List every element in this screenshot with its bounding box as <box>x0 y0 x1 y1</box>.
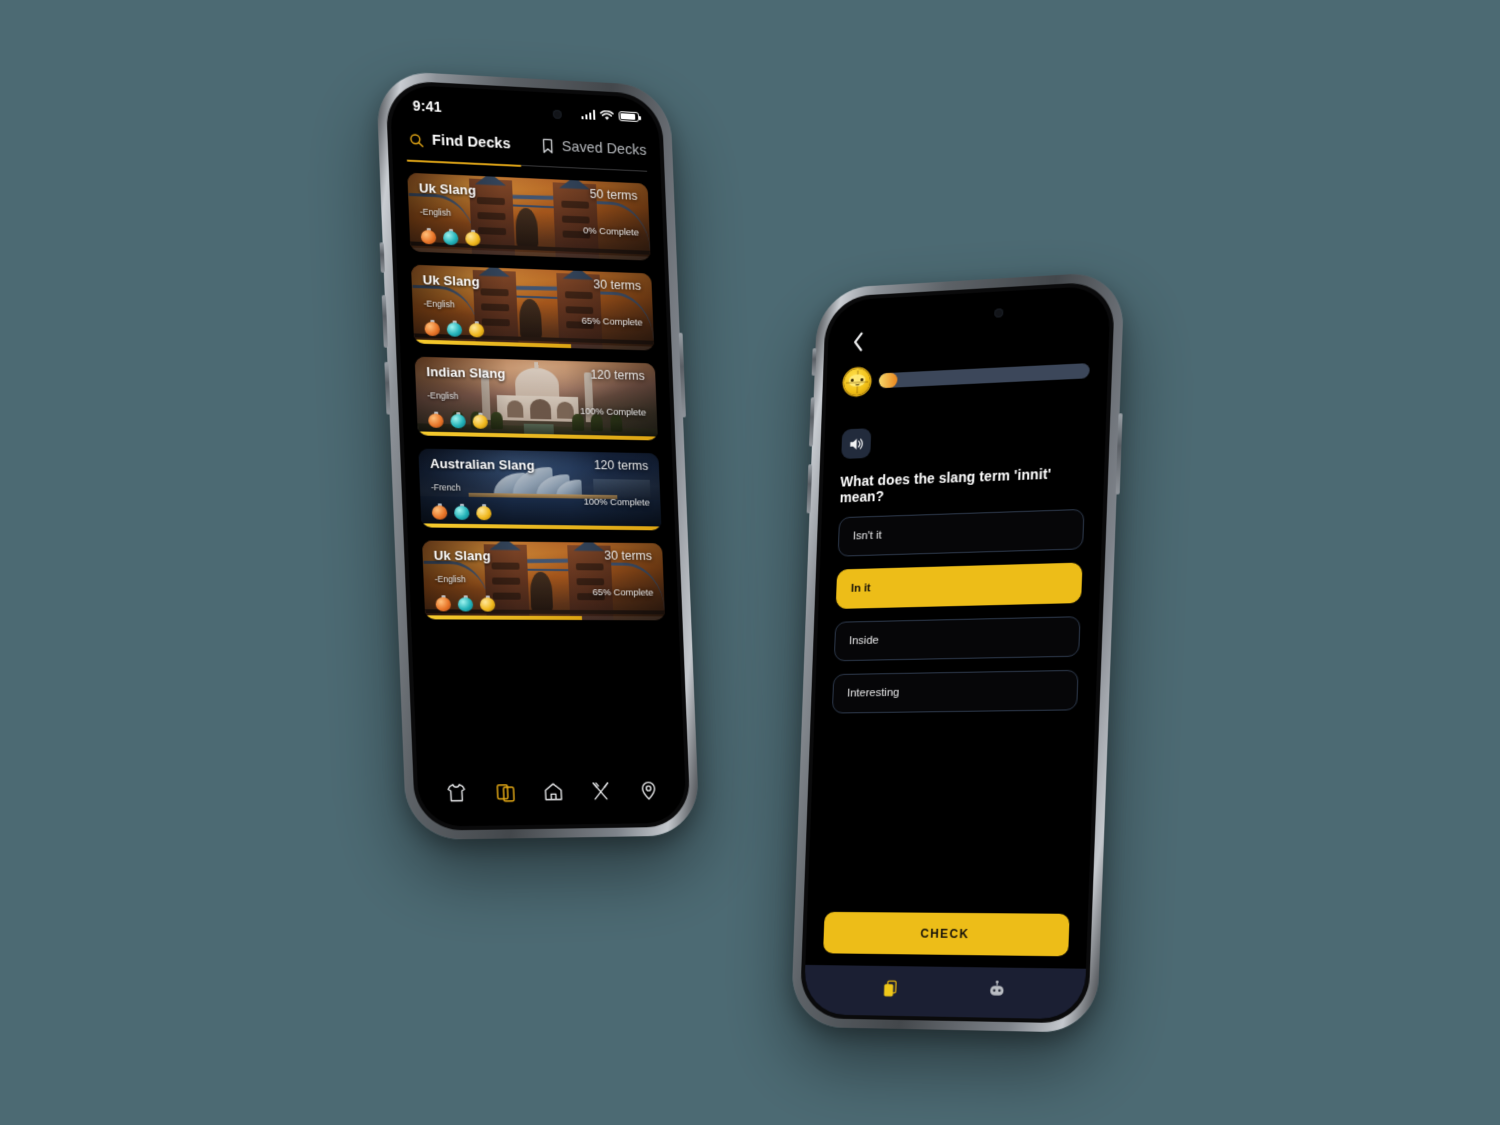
tab-find-decks-label: Find Decks <box>431 132 512 153</box>
phone-bezel-right: What does the slang term 'innit' mean? I… <box>799 280 1116 1024</box>
tab-saved-decks-label: Saved Decks <box>561 138 647 159</box>
potion-teal-icon <box>450 412 466 429</box>
wifi-icon <box>600 110 614 120</box>
back-button[interactable] <box>845 328 871 355</box>
deck-term-count: 50 terms <box>589 187 638 204</box>
volume-up-button[interactable] <box>809 397 815 447</box>
front-camera-icon <box>552 109 562 119</box>
deck-completion: 65% Complete <box>592 587 654 599</box>
deck-card[interactable]: Uk Slang -English 50 terms 0% Complete <box>407 172 651 261</box>
deck-card[interactable]: Uk Slang -English 30 terms 65% Complete <box>422 540 666 621</box>
potion-teal-icon <box>442 229 459 246</box>
status-indicators <box>580 109 640 123</box>
potion-orange-icon <box>435 595 452 612</box>
potion-teal-icon <box>446 320 463 338</box>
potion-yellow-icon <box>472 412 489 430</box>
screen-quiz: What does the slang term 'innit' mean? I… <box>803 285 1112 1020</box>
screen-find-decks: 9:41 Find Decks Saved Decks Uk Slang -En… <box>389 84 687 827</box>
deck-language: -French <box>430 482 461 493</box>
deck-language: -English <box>419 206 452 219</box>
nav-tshirt-icon[interactable] <box>443 780 470 807</box>
deck-badges <box>420 228 481 247</box>
deck-term-count: 30 terms <box>593 277 642 294</box>
deck-language: -English <box>423 298 455 310</box>
potion-yellow-icon <box>465 229 481 247</box>
speaker-icon <box>849 436 865 452</box>
bottom-navigation-left <box>416 765 687 827</box>
battery-icon <box>618 110 640 123</box>
potion-teal-icon <box>453 503 470 521</box>
potion-yellow-icon <box>476 504 492 521</box>
phone-device-right: What does the slang term 'innit' mean? I… <box>790 271 1125 1033</box>
globe-mascot-icon <box>843 367 871 396</box>
phone-device-left: 9:41 Find Decks Saved Decks Uk Slang -En… <box>375 70 700 841</box>
nav-fork-knife-icon[interactable] <box>588 778 615 804</box>
deck-card[interactable]: Indian Slang -English 120 terms 100% Com… <box>414 356 658 441</box>
deck-term-count: 120 terms <box>590 367 645 384</box>
deck-list: Uk Slang -English 50 terms 0% Complete U… <box>393 160 679 621</box>
deck-language: -English <box>427 390 459 402</box>
deck-progress-bar <box>425 615 666 621</box>
nav-robot-icon[interactable] <box>983 976 1010 1003</box>
deck-card[interactable]: Uk Slang -English 30 terms 65% Complete <box>410 264 655 351</box>
bottom-navigation-right <box>803 964 1086 1020</box>
nav-flashcards-icon[interactable] <box>877 975 903 1001</box>
deck-term-count: 120 terms <box>593 458 649 474</box>
power-button[interactable] <box>678 332 686 418</box>
answer-options: Isn't it In it Inside Interesting <box>815 496 1104 714</box>
potion-orange-icon <box>431 503 448 520</box>
potion-yellow-icon <box>468 321 485 338</box>
dynamic-island <box>924 299 1011 329</box>
bookmark-icon <box>541 138 555 155</box>
nav-location-pin-icon[interactable] <box>635 778 661 804</box>
nav-home-icon[interactable] <box>540 779 567 805</box>
deck-completion: 65% Complete <box>581 315 643 329</box>
lesson-progress-fill <box>878 372 898 389</box>
chevron-left-icon <box>851 332 864 352</box>
phone-bezel-left: 9:41 Find Decks Saved Decks Uk Slang -En… <box>385 79 691 831</box>
play-audio-button[interactable] <box>841 428 872 460</box>
deck-badges <box>431 503 492 521</box>
potion-teal-icon <box>457 595 474 612</box>
volume-down-button[interactable] <box>806 464 813 514</box>
deck-badges <box>428 411 489 430</box>
lesson-progress-row <box>843 357 1091 396</box>
dynamic-island <box>482 98 570 127</box>
answer-option[interactable]: Interesting <box>831 669 1079 714</box>
deck-completion: 0% Complete <box>582 225 640 239</box>
deck-badges <box>424 319 485 338</box>
check-button-wrapper: CHECK <box>823 911 1070 957</box>
scene-background: 9:41 Find Decks Saved Decks Uk Slang -En… <box>0 0 1500 1125</box>
potion-yellow-icon <box>479 595 496 612</box>
lesson-progress-bar[interactable] <box>878 363 1090 389</box>
front-camera-icon <box>994 307 1004 318</box>
quiz-container: What does the slang term 'innit' mean? I… <box>803 285 1111 1020</box>
status-time: 9:41 <box>412 97 443 115</box>
volume-down-button[interactable] <box>384 361 391 415</box>
nav-cards-icon[interactable] <box>492 779 519 805</box>
deck-term-count: 30 terms <box>604 548 653 564</box>
mute-switch[interactable] <box>811 348 817 376</box>
answer-option[interactable]: Inside <box>833 616 1081 662</box>
power-button[interactable] <box>1115 413 1123 495</box>
cellular-signal-icon <box>580 109 596 120</box>
answer-option-selected[interactable]: In it <box>835 562 1083 609</box>
potion-orange-icon <box>420 228 437 245</box>
volume-up-button[interactable] <box>381 294 388 348</box>
potion-orange-icon <box>428 411 444 429</box>
deck-badges <box>435 595 496 612</box>
deck-completion: 100% Complete <box>583 496 650 509</box>
deck-completion: 100% Complete <box>579 406 647 419</box>
answer-option[interactable]: Isn't it <box>837 508 1085 557</box>
check-button[interactable]: CHECK <box>823 911 1070 957</box>
mute-switch[interactable] <box>379 242 385 273</box>
search-icon <box>408 132 424 148</box>
deck-card[interactable]: Australian Slang -French 120 terms 100% … <box>418 448 662 531</box>
potion-orange-icon <box>424 319 441 337</box>
deck-language: -English <box>434 574 466 585</box>
